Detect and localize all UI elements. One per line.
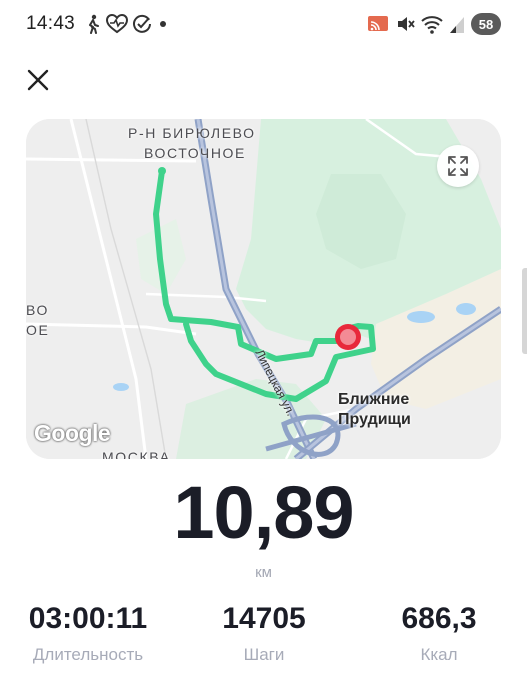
close-icon xyxy=(27,69,49,91)
stat-calories: 686,3 Ккал xyxy=(351,602,527,665)
map-place-label-line: Ближние xyxy=(338,391,410,408)
heart-pulse-icon xyxy=(106,14,128,34)
signal-icon xyxy=(450,17,464,33)
map-city-label: МОСКВА xyxy=(102,449,171,459)
pond xyxy=(456,303,476,315)
map-district-label: Р-Н БИРЮЛЕВО xyxy=(128,125,256,141)
route-map[interactable]: Р-Н БИРЮЛЕВО ВОСТОЧНОЕ ВО ОЕ МОСКВА Ближ… xyxy=(26,119,501,459)
calories-value: 686,3 xyxy=(401,602,477,635)
cast-icon xyxy=(368,16,388,31)
status-bar: 14:43 58 xyxy=(0,0,527,46)
walk-icon xyxy=(89,14,99,34)
battery-indicator: 58 xyxy=(471,13,501,35)
mute-icon xyxy=(398,17,415,31)
duration-value: 03:00:11 xyxy=(28,602,148,635)
duration-label: Длительность xyxy=(32,645,144,664)
status-right-icons: 58 xyxy=(367,11,501,37)
google-attribution: Google xyxy=(34,420,111,446)
distance-unit: км xyxy=(255,564,272,581)
scroll-indicator[interactable] xyxy=(522,268,527,354)
pond xyxy=(407,311,435,323)
map-edge-label: ВО xyxy=(26,302,49,318)
calories-label: Ккал xyxy=(420,645,458,664)
route-start-dot xyxy=(158,167,166,175)
map-background xyxy=(26,119,501,459)
map-district-label: ВОСТОЧНОЕ xyxy=(144,145,246,161)
pond xyxy=(113,383,129,391)
close-button[interactable] xyxy=(20,62,56,98)
map-place-label-line: Прудищи xyxy=(338,411,411,428)
expand-map-button[interactable] xyxy=(437,145,479,187)
stat-steps: 14705 Шаги xyxy=(176,602,352,665)
expand-icon xyxy=(448,156,468,176)
distance-value: 10,89 xyxy=(173,471,354,554)
steps-value: 14705 xyxy=(222,602,306,635)
status-time: 14:43 xyxy=(26,13,76,34)
stat-duration: 03:00:11 Длительность xyxy=(0,602,176,665)
map-edge-label: ОЕ xyxy=(26,322,50,338)
dot-icon xyxy=(160,21,166,27)
check-circle-icon xyxy=(133,14,151,33)
steps-label: Шаги xyxy=(243,645,285,664)
wifi-icon xyxy=(421,16,443,34)
status-left-icons xyxy=(84,12,170,36)
map-place-label: Ближние Прудищи xyxy=(338,390,411,430)
